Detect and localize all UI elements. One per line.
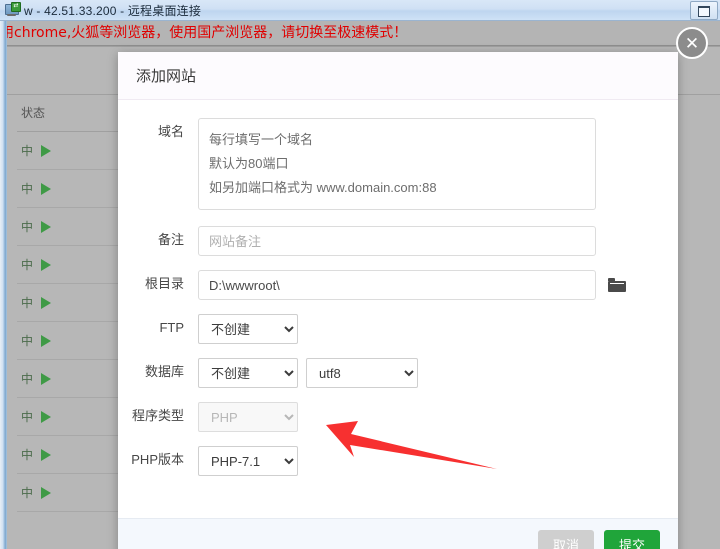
row-status: 中 <box>21 219 34 234</box>
browser-compat-warning: 用chrome,火狐等浏览器，使用国产浏览器，请切换至极速模式！ <box>7 21 720 45</box>
database-charset-select[interactable]: utf8 <box>306 358 418 388</box>
modal-body: 域名 备注 根目录 FTP 不创建 数据库 <box>118 100 678 516</box>
program-type-label: 程序类型 <box>131 408 184 423</box>
row-status: 中 <box>21 257 34 272</box>
domain-label: 域名 <box>157 124 184 139</box>
window-titlebar: ⇄ w - 42.51.33.200 - 远程桌面连接 <box>0 0 720 21</box>
row-status: 中 <box>21 447 34 462</box>
play-icon[interactable] <box>41 486 52 499</box>
play-icon[interactable] <box>41 258 52 271</box>
restore-button[interactable] <box>690 0 718 20</box>
php-version-select[interactable]: PHP-7.1 <box>198 446 298 476</box>
ftp-label: FTP <box>159 320 184 335</box>
browser-viewport: 用chrome,火狐等浏览器，使用国产浏览器，请切换至极速模式！ 状态 中 中 … <box>0 21 720 549</box>
restore-icon <box>698 5 710 17</box>
row-status: 中 <box>21 409 34 424</box>
play-icon[interactable] <box>41 372 52 385</box>
field-row-rootdir: 根目录 <box>118 270 678 300</box>
row-status: 中 <box>21 181 34 196</box>
modal-title: 添加网站 <box>136 68 197 85</box>
field-row-remark: 备注 <box>118 226 678 256</box>
remark-label: 备注 <box>157 232 184 247</box>
rootdir-label: 根目录 <box>144 276 184 291</box>
modal-header: 添加网站 <box>118 52 678 100</box>
play-icon[interactable] <box>41 296 52 309</box>
remark-input[interactable] <box>198 226 596 256</box>
play-icon[interactable] <box>41 182 52 195</box>
field-row-domain: 域名 <box>118 118 678 210</box>
titlebar-controls <box>201 0 720 20</box>
submit-button[interactable]: 提交 <box>604 529 660 549</box>
ftp-select[interactable]: 不创建 <box>198 314 298 344</box>
database-label: 数据库 <box>144 364 184 379</box>
php-version-label: PHP版本 <box>131 452 184 467</box>
play-icon[interactable] <box>41 334 52 347</box>
folder-icon[interactable] <box>608 278 626 292</box>
database-select[interactable]: 不创建 <box>198 358 298 388</box>
rootdir-input[interactable] <box>198 270 596 300</box>
left-edge-scrollbar[interactable] <box>0 21 7 549</box>
domain-input[interactable] <box>198 118 596 210</box>
window-title: w - 42.51.33.200 - 远程桌面连接 <box>24 3 202 18</box>
play-icon[interactable] <box>41 448 52 461</box>
close-icon[interactable]: ✕ <box>676 27 708 59</box>
add-website-modal: 添加网站 域名 备注 根目录 FTP 不创建 <box>118 52 678 549</box>
row-status: 中 <box>21 371 34 386</box>
modal-footer: 取消 提交 <box>118 518 678 549</box>
program-type-select[interactable]: PHP <box>198 402 298 432</box>
row-status: 中 <box>21 143 34 158</box>
field-row-ftp: FTP 不创建 <box>118 314 678 344</box>
cancel-button[interactable]: 取消 <box>538 529 594 549</box>
play-icon[interactable] <box>41 144 52 157</box>
play-icon[interactable] <box>41 220 52 233</box>
field-row-database: 数据库 不创建 utf8 <box>118 358 678 388</box>
field-row-php-version: PHP版本 PHP-7.1 <box>118 446 678 476</box>
play-icon[interactable] <box>41 410 52 423</box>
row-status: 中 <box>21 485 34 500</box>
row-status: 中 <box>21 295 34 310</box>
row-status: 中 <box>21 333 34 348</box>
remote-desktop-icon: ⇄ <box>4 2 21 18</box>
field-row-program-type: 程序类型 PHP <box>118 402 678 432</box>
